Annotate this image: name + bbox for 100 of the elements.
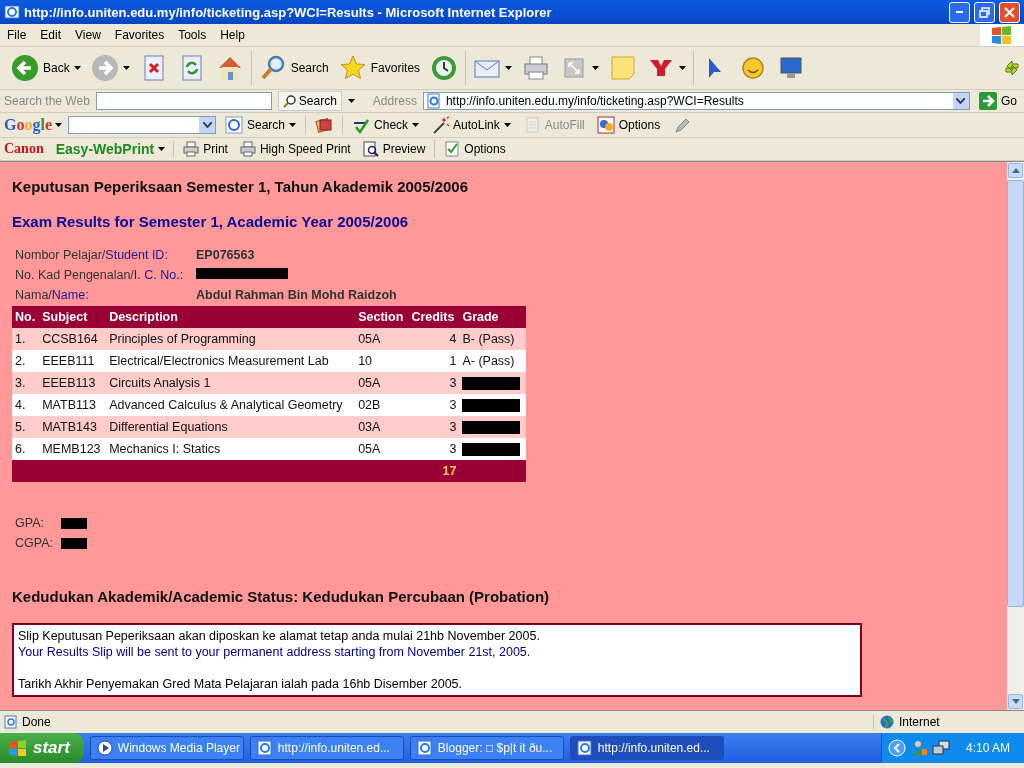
table-cell: 02B — [355, 394, 409, 416]
windows-flag-icon — [8, 739, 28, 757]
table-cell: EEEB113 — [39, 372, 107, 394]
taskbar-button[interactable]: http://info.uniten.ed... — [249, 736, 404, 760]
caret-icon[interactable] — [503, 123, 511, 127]
menu-item[interactable]: Favorites — [107, 26, 172, 44]
scroll-up-button[interactable] — [1008, 163, 1023, 178]
toolbar-button[interactable]: Check — [349, 115, 423, 135]
table-cell: 03A — [355, 416, 409, 438]
table-cell: EEEB111 — [39, 350, 107, 372]
page-icon — [4, 715, 18, 729]
table-cell: 4. — [12, 394, 40, 416]
menu-item[interactable]: Edit — [33, 26, 69, 44]
toolbar-button[interactable]: Search — [222, 115, 300, 135]
table-cell: A- (Pass) — [462, 354, 515, 368]
toolbar-button[interactable]: High Speed Print — [236, 140, 354, 158]
caret-icon[interactable] — [679, 66, 687, 70]
caret-icon[interactable] — [505, 66, 513, 70]
caret-icon[interactable] — [289, 123, 297, 127]
checklist-icon — [444, 141, 461, 157]
caret-icon[interactable] — [73, 66, 81, 70]
table-cell: Principles of Programming — [106, 328, 356, 350]
caret-icon[interactable] — [122, 66, 130, 70]
taskbar-button[interactable]: Windows Media Player — [89, 736, 244, 760]
toolbar-button[interactable]: Options — [593, 115, 664, 135]
toolbar-button[interactable]: Print — [180, 140, 231, 158]
network-computers-icon[interactable] — [931, 739, 950, 757]
close-button[interactable] — [999, 1, 1020, 23]
scroll-down-button[interactable] — [1008, 694, 1023, 709]
restore-icon — [979, 6, 990, 18]
toolbar-button[interactable]: Preview — [359, 140, 429, 158]
table-cell: 5. — [12, 416, 40, 438]
notice-text: Tarikh Akhir Penyemakan Gred Mata Pelajaran ialah pada 16hb Disember 2005. — [18, 677, 463, 691]
caret-icon[interactable] — [412, 123, 420, 127]
preview-icon — [362, 141, 379, 157]
google-search-field[interactable] — [68, 116, 216, 134]
toolbar-button[interactable]: Favorites — [335, 53, 424, 83]
sync-arrows-icon[interactable] — [1004, 59, 1020, 77]
restore-button[interactable] — [974, 1, 995, 23]
go-button[interactable]: Go — [976, 91, 1020, 111]
table-cell: 05A — [355, 328, 409, 350]
clock-icon — [430, 54, 459, 82]
window-title: http://info.uniten.edu.my/info/ticketing.asp?WCI=Results - Microsoft Internet Explorer — [24, 4, 553, 20]
search-field[interactable] — [95, 92, 272, 110]
table-cell: Mechanics I: Statics — [106, 438, 356, 460]
taskbar-button[interactable]: Blogger: □ $p|t it ðu... — [409, 736, 564, 760]
notice-text: Your Results Slip will be sent to your permanent address starting from November 21st, 2005. — [18, 645, 532, 659]
address-field[interactable]: http://info.uniten.edu.my/info/ticketing.asp?WCI=Results — [422, 92, 970, 110]
options-icon — [596, 116, 615, 134]
caret-icon[interactable] — [347, 99, 355, 103]
table-cell: 05A — [355, 372, 409, 394]
easy-webprint-menu[interactable]: Easy-WebPrint — [55, 141, 155, 157]
column-header: Description — [106, 306, 356, 328]
field-label: Nombor Pelajar/Student ID: — [15, 248, 169, 262]
toolbar-button[interactable]: Options — [441, 140, 509, 158]
star-icon — [338, 54, 367, 82]
magic-wand-icon — [431, 116, 450, 134]
toolbar-button[interactable]: AutoLink — [428, 115, 514, 135]
table-cell: Electrical/Electronics Measurement Lab — [106, 350, 356, 372]
status-text: Done — [22, 715, 51, 729]
table-cell: 1 — [408, 350, 460, 372]
column-header: Credits — [408, 306, 460, 328]
search-button[interactable]: Search — [277, 91, 342, 111]
minimize-button[interactable] — [949, 1, 970, 23]
table-cell: Advanced Calculus & Analytical Geometry — [106, 394, 356, 416]
table-cell: 3 — [408, 416, 460, 438]
table-cell: 05A — [355, 438, 409, 460]
caret-icon[interactable] — [55, 123, 62, 127]
up-arrow-icon — [1011, 168, 1020, 173]
taskbar-button[interactable]: http://info.uniten.ed... — [569, 736, 724, 760]
media-player-icon — [96, 740, 113, 756]
caret-icon[interactable] — [158, 147, 166, 151]
toolbar-button[interactable]: Search — [255, 53, 332, 83]
table-cell: 3. — [12, 372, 40, 394]
caret-icon[interactable] — [592, 66, 600, 70]
menu-item[interactable]: View — [68, 26, 108, 44]
toolbar-button[interactable]: Back — [8, 53, 84, 83]
table-cell: 2. — [12, 350, 40, 372]
table-cell: MATB113 — [39, 394, 107, 416]
page-heading: Keputusan Peperiksaan Semester 1, Tahun Akademik 2005/2006 — [12, 178, 470, 195]
table-cell: 3 — [408, 372, 460, 394]
menu-item[interactable]: File — [0, 26, 34, 44]
column-header: No. — [12, 306, 40, 328]
sticky-note-icon — [609, 54, 638, 82]
column-header: Grade — [459, 306, 526, 328]
table-cell: Circuits Analysis 1 — [106, 372, 356, 394]
google-logo[interactable]: Google — [4, 116, 62, 134]
close-icon — [1004, 6, 1015, 18]
search-icon — [282, 94, 296, 108]
minimize-icon — [956, 11, 963, 13]
g-logo-icon — [225, 116, 243, 134]
down-arrow-icon — [1011, 699, 1020, 704]
menu-item[interactable]: Help — [213, 26, 252, 44]
field-label: No. Kad Pengenalan/I. C. No.: — [15, 268, 185, 282]
table-cell: B- (Pass) — [462, 332, 515, 346]
table-cell: MATB143 — [39, 416, 107, 438]
scroll-thumb[interactable] — [1007, 180, 1024, 607]
menu-item[interactable]: Tools — [171, 26, 214, 44]
chevron-icon[interactable] — [887, 739, 906, 757]
printer-icon — [522, 54, 551, 82]
